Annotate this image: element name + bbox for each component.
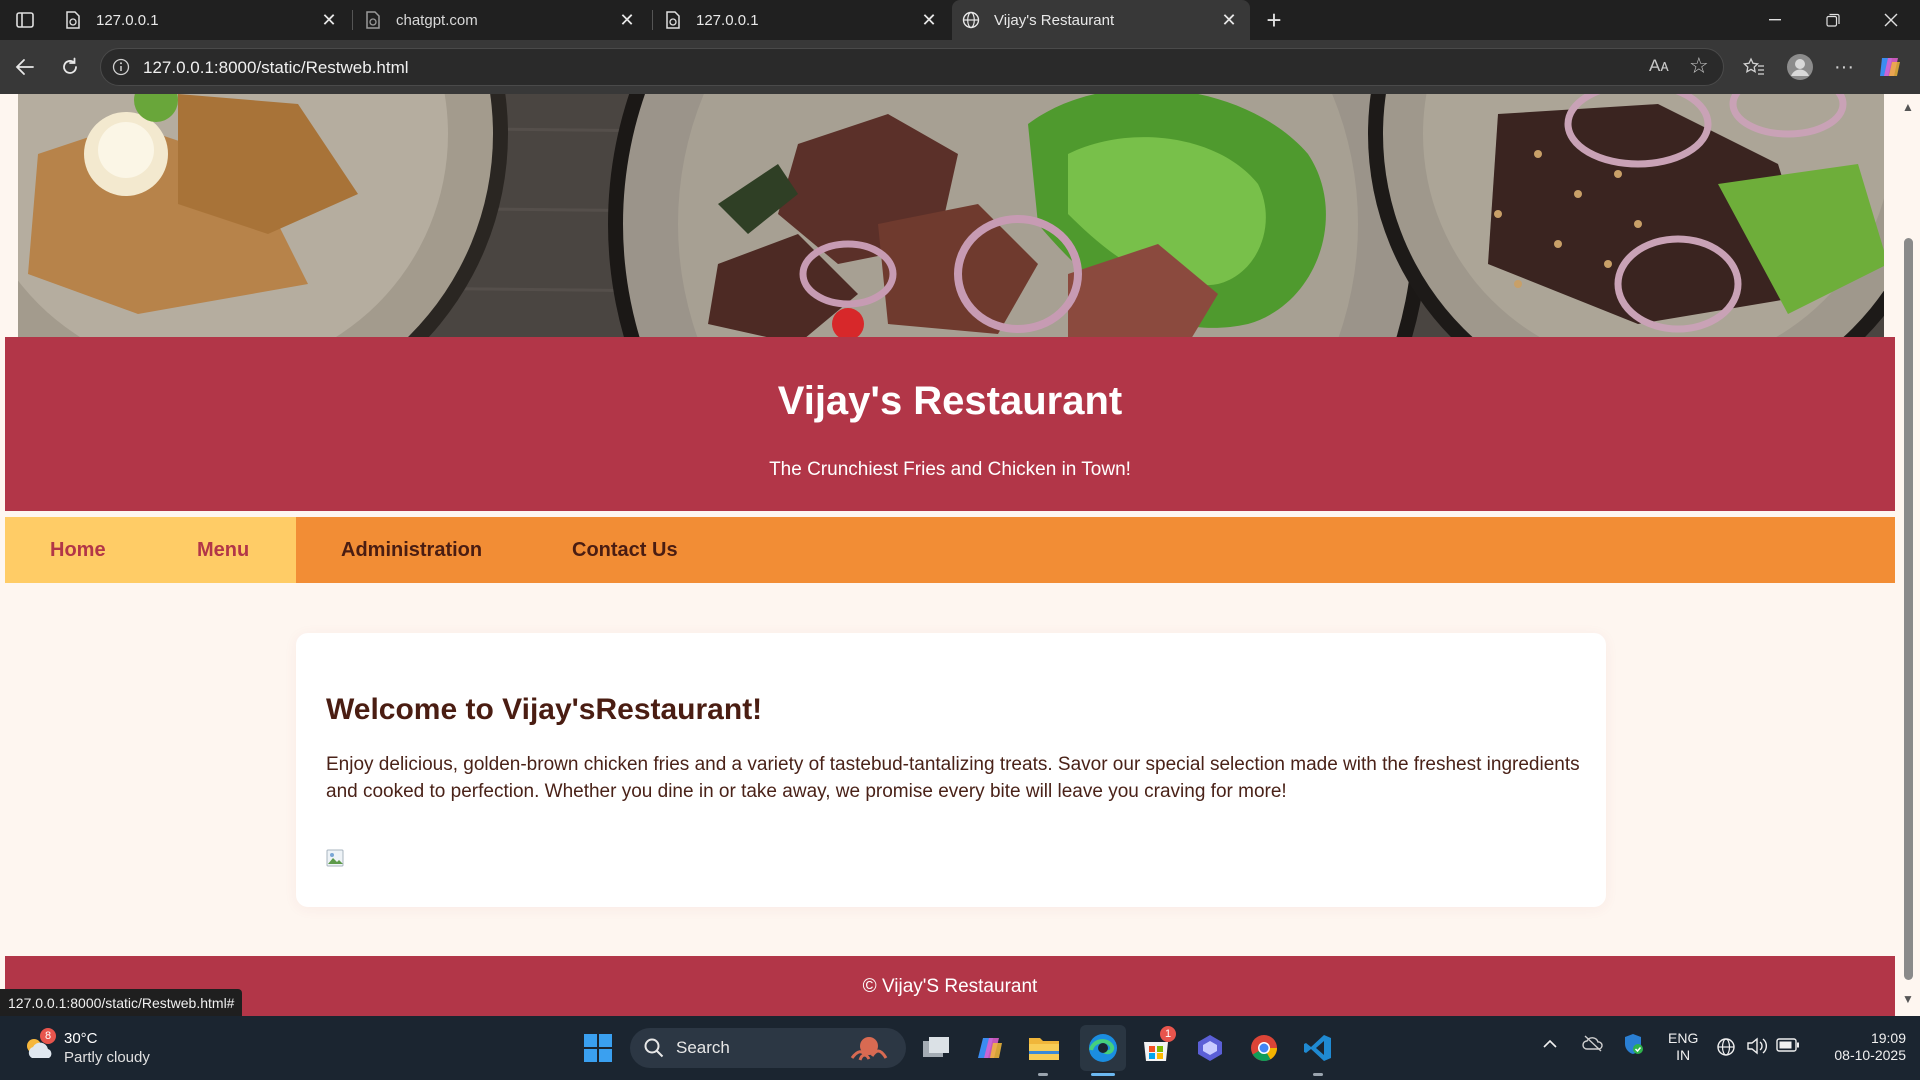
site-tagline: The Crunchiest Fries and Chicken in Town… (769, 459, 1131, 480)
close-tab-icon[interactable]: ✕ (318, 9, 340, 31)
tab-actions-icon[interactable] (12, 8, 38, 32)
restaurant-page: Vijay's Restaurant The Crunchiest Fries … (5, 94, 1895, 1016)
broken-image-icon (326, 849, 344, 867)
scrollbar-thumb[interactable] (1904, 238, 1913, 980)
tab-separator (652, 10, 653, 30)
windows-start-icon[interactable] (580, 1030, 616, 1066)
app-icon-purple[interactable] (1192, 1030, 1228, 1066)
hero-food-image (18, 94, 1884, 337)
new-tab-button[interactable]: + (1260, 5, 1288, 35)
site-info-icon[interactable] (111, 57, 131, 77)
favorites-icon[interactable] (1740, 53, 1768, 81)
weather-condition: Partly cloudy (64, 1049, 150, 1066)
close-tab-icon[interactable]: ✕ (918, 9, 940, 31)
main-nav: Home Menu Administration Contact Us (5, 517, 1895, 583)
clock-date: 08-10-2025 (1834, 1047, 1906, 1063)
copilot-taskbar-icon[interactable] (972, 1030, 1008, 1066)
windows-taskbar: 8 30°C Partly cloudy Search 1 ENG IN 19:… (0, 1016, 1920, 1080)
vscode-icon[interactable] (1300, 1030, 1336, 1066)
network-globe-icon[interactable] (1716, 1036, 1738, 1061)
page-scrollbar[interactable]: ▲ ▼ (1896, 94, 1920, 1016)
site-header: Vijay's Restaurant The Crunchiest Fries … (5, 337, 1895, 511)
chrome-icon[interactable] (1246, 1030, 1282, 1066)
document-icon (664, 11, 682, 29)
battery-icon[interactable] (1776, 1038, 1800, 1055)
globe-icon (962, 11, 980, 29)
more-options-icon[interactable]: ··· (1830, 53, 1858, 81)
browser-tab-strip: 127.0.0.1 ✕ chatgpt.com ✕ 127.0.0.1 ✕ Vi… (0, 0, 1920, 40)
scroll-down-icon[interactable]: ▼ (1901, 992, 1915, 1006)
weather-widget[interactable]: 8 30°C Partly cloudy (22, 1028, 202, 1068)
store-badge: 1 (1160, 1026, 1176, 1042)
welcome-card: Welcome to Vijay'sRestaurant! Enjoy deli… (296, 633, 1606, 907)
document-icon (364, 11, 382, 29)
search-label: Search (676, 1038, 730, 1057)
browser-toolbar: 127.0.0.1:8000/static/Restweb.html Aᴀ ☆ … (0, 40, 1920, 94)
minimize-button[interactable] (1746, 0, 1804, 40)
restore-button[interactable] (1804, 0, 1862, 40)
region-code: IN (1676, 1047, 1691, 1063)
search-highlight-icon (846, 1034, 892, 1067)
page-viewport: Vijay's Restaurant The Crunchiest Fries … (0, 94, 1920, 1016)
url-text: 127.0.0.1:8000/static/Restweb.html (143, 58, 409, 77)
welcome-heading: Welcome to Vijay'sRestaurant! (326, 693, 763, 726)
nav-link-menu[interactable]: Menu (197, 517, 249, 583)
clock-time: 19:09 (1870, 1030, 1906, 1046)
document-icon (64, 11, 82, 29)
running-indicator (1038, 1073, 1048, 1076)
copilot-icon[interactable] (1876, 53, 1904, 81)
running-indicator (1313, 1073, 1323, 1076)
taskbar-search[interactable]: Search (630, 1028, 906, 1068)
footer-copyright: © Vijay'S Restaurant (862, 976, 1038, 997)
weather-badge: 8 (40, 1028, 56, 1044)
language-indicator[interactable]: ENG IN (1668, 1030, 1698, 1064)
status-bar-url: 127.0.0.1:8000/static/Restweb.html# (0, 989, 243, 1016)
weather-temperature: 30°C (64, 1030, 98, 1047)
refresh-button[interactable] (55, 52, 85, 82)
file-explorer-icon[interactable] (1026, 1030, 1062, 1066)
tab-1[interactable]: 127.0.0.1 ✕ (54, 0, 350, 40)
security-shield-icon[interactable] (1622, 1032, 1644, 1059)
scroll-up-icon[interactable]: ▲ (1901, 100, 1915, 114)
cloud-offline-icon[interactable] (1582, 1034, 1604, 1055)
read-aloud-icon[interactable]: Aᴀ (1649, 56, 1669, 76)
tab-title: 127.0.0.1 (96, 11, 159, 29)
tab-separator (352, 10, 353, 30)
site-footer: © Vijay'S Restaurant (5, 956, 1895, 1016)
search-icon (644, 1038, 664, 1063)
task-view-icon[interactable] (918, 1030, 954, 1066)
tray-overflow-icon[interactable] (1542, 1036, 1558, 1052)
site-title: Vijay's Restaurant (777, 379, 1123, 423)
nav-link-home[interactable]: Home (50, 517, 106, 583)
microsoft-store-icon[interactable]: 1 (1138, 1026, 1176, 1066)
tab-title: Vijay's Restaurant (994, 11, 1115, 29)
close-tab-icon[interactable]: ✕ (1218, 9, 1240, 31)
address-bar[interactable]: 127.0.0.1:8000/static/Restweb.html Aᴀ ☆ (100, 48, 1724, 86)
nav-highlight (5, 517, 296, 583)
profile-avatar-icon[interactable] (1786, 53, 1814, 81)
tab-3[interactable]: 127.0.0.1 ✕ (654, 0, 950, 40)
edge-browser-icon[interactable] (1080, 1025, 1126, 1071)
favorite-star-icon[interactable]: ☆ (1689, 53, 1709, 79)
tab-active[interactable]: Vijay's Restaurant ✕ (952, 0, 1250, 40)
active-indicator (1091, 1073, 1115, 1076)
tab-2[interactable]: chatgpt.com ✕ (354, 0, 648, 40)
back-button[interactable] (10, 52, 40, 82)
language-code: ENG (1668, 1030, 1699, 1046)
close-tab-icon[interactable]: ✕ (616, 9, 638, 31)
clock[interactable]: 19:09 08-10-2025 (1812, 1030, 1906, 1064)
close-window-button[interactable] (1862, 0, 1920, 40)
tab-title: chatgpt.com (396, 11, 478, 29)
nav-link-administration[interactable]: Administration (341, 517, 482, 583)
nav-link-contact-us[interactable]: Contact Us (572, 517, 678, 583)
volume-icon[interactable] (1746, 1036, 1768, 1059)
welcome-text: Enjoy delicious, golden-brown chicken fr… (326, 754, 1580, 802)
tab-title: 127.0.0.1 (696, 11, 759, 29)
